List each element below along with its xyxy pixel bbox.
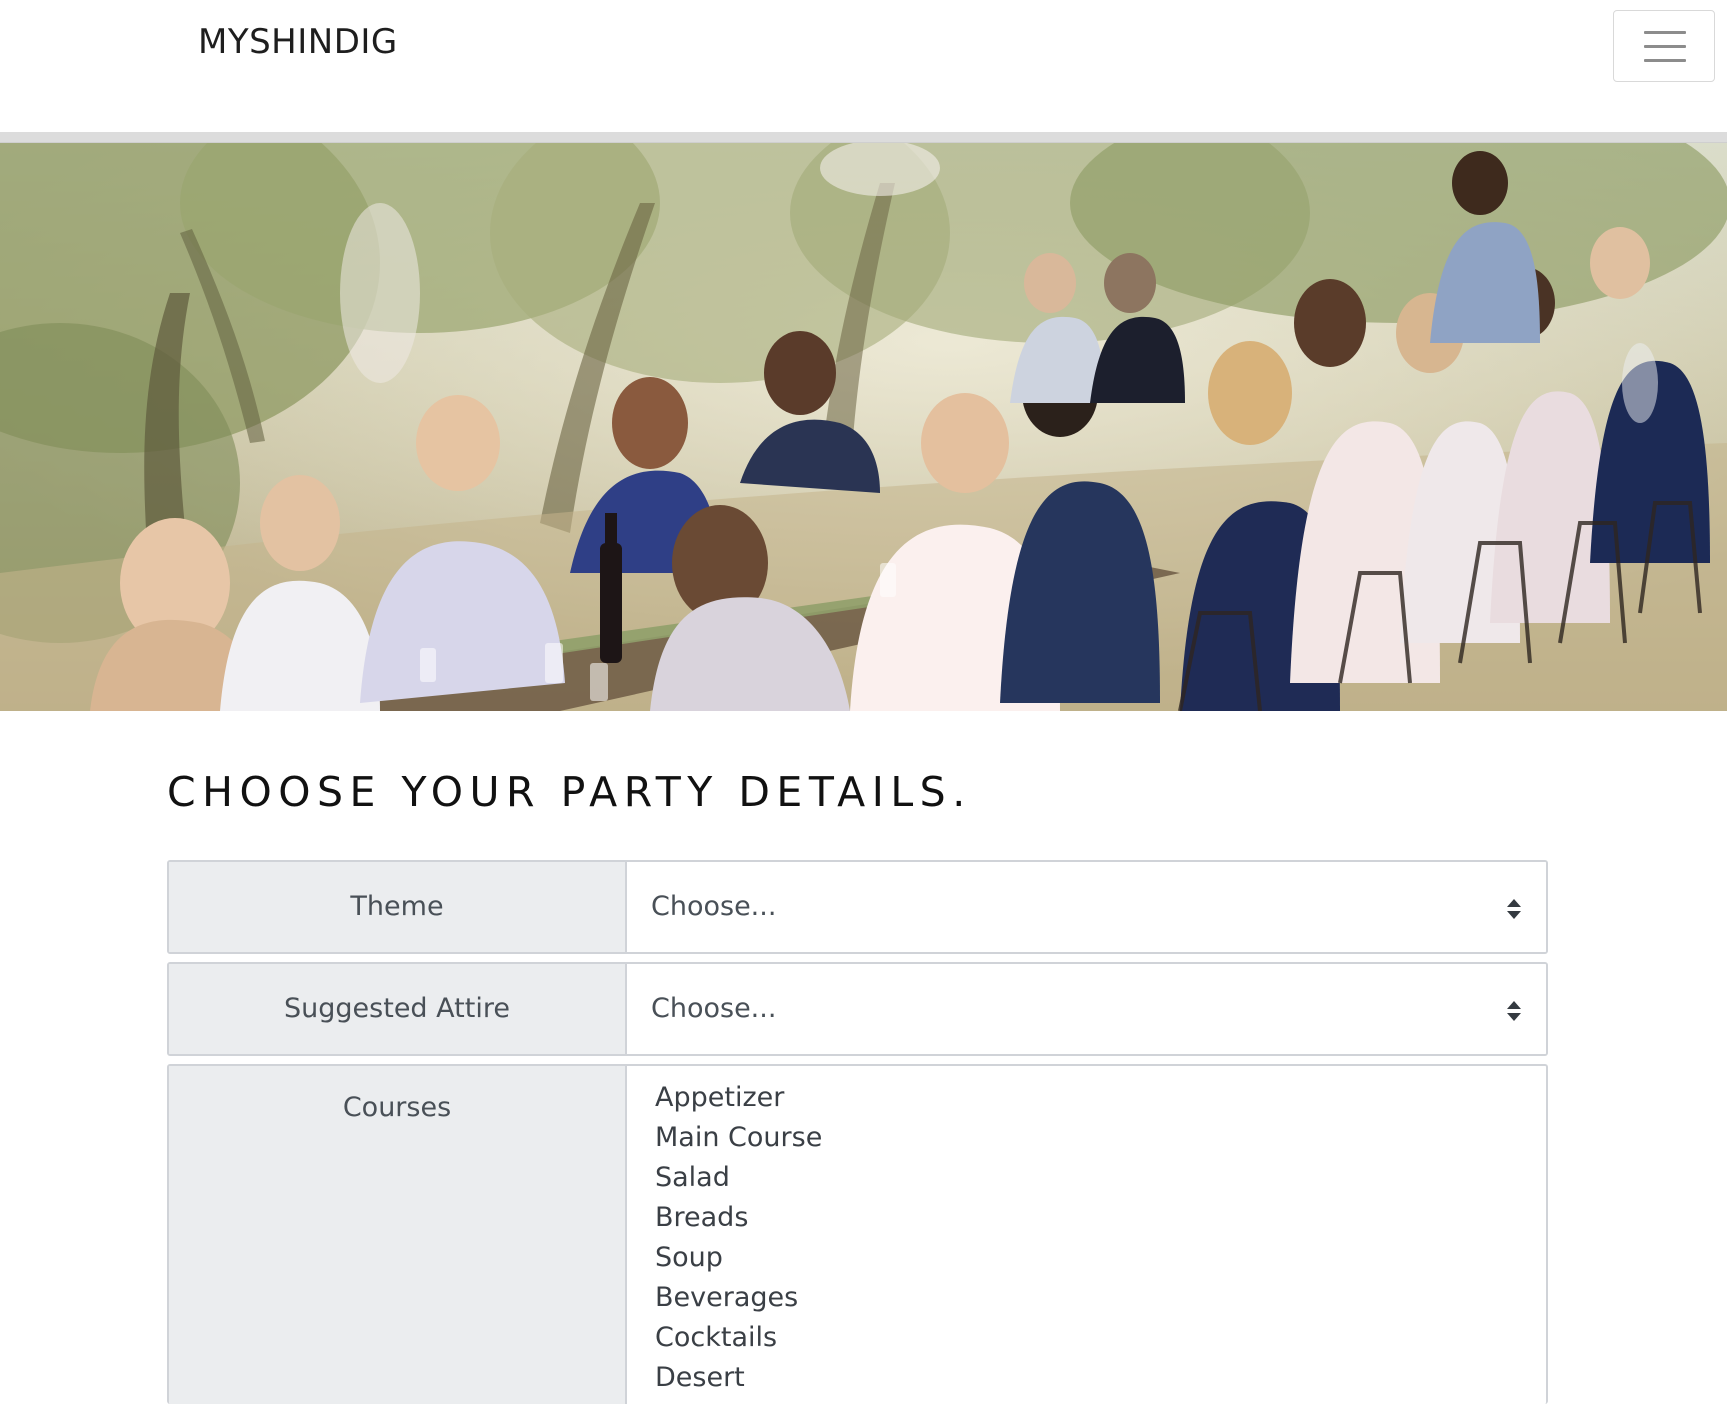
theme-select[interactable]: Choose... <box>627 862 1546 952</box>
hamburger-menu-icon-bar <box>1644 59 1686 62</box>
theme-row: Theme Choose... <box>167 860 1548 954</box>
page-title: CHOOSE YOUR PARTY DETAILS. <box>167 768 972 816</box>
courses-multiselect[interactable]: Appetizer Main Course Salad Breads Soup … <box>627 1066 1546 1404</box>
hamburger-menu-icon <box>1644 31 1686 34</box>
course-option-breads[interactable]: Breads <box>655 1198 1546 1238</box>
attire-select[interactable]: Choose... <box>627 964 1546 1054</box>
navbar-divider <box>0 132 1727 143</box>
course-option-soup[interactable]: Soup <box>655 1238 1546 1278</box>
courses-row: Courses Appetizer Main Course Salad Brea… <box>167 1064 1548 1404</box>
course-option-appetizer[interactable]: Appetizer <box>655 1078 1546 1118</box>
courses-label: Courses <box>169 1066 627 1404</box>
attire-row: Suggested Attire Choose... <box>167 962 1548 1056</box>
attire-select-value: Choose... <box>651 993 777 1024</box>
theme-select-value: Choose... <box>651 891 777 922</box>
theme-label: Theme <box>169 862 627 952</box>
hero-image <box>0 143 1727 711</box>
select-arrows-icon <box>1507 1001 1521 1021</box>
course-option-desert[interactable]: Desert <box>655 1358 1546 1398</box>
course-option-salad[interactable]: Salad <box>655 1158 1546 1198</box>
course-option-main-course[interactable]: Main Course <box>655 1118 1546 1158</box>
navbar: MYSHINDIG <box>0 0 1727 132</box>
course-option-cocktails[interactable]: Cocktails <box>655 1318 1546 1358</box>
brand-logo[interactable]: MYSHINDIG <box>198 22 398 62</box>
select-arrows-icon <box>1507 899 1521 919</box>
navbar-toggler-button[interactable] <box>1613 10 1715 82</box>
hamburger-menu-icon-bar <box>1644 45 1686 48</box>
course-option-beverages[interactable]: Beverages <box>655 1278 1546 1318</box>
attire-label: Suggested Attire <box>169 964 627 1054</box>
